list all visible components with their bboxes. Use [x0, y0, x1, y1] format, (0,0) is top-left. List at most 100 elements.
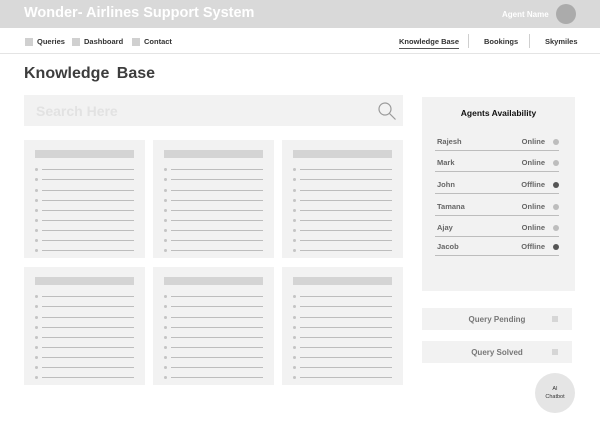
- nav-item-label: Dashboard: [84, 37, 124, 46]
- bullet-icon: [293, 209, 296, 212]
- line-placeholder: [300, 240, 392, 241]
- bullet-icon: [35, 346, 38, 349]
- line-placeholder: [300, 179, 392, 180]
- bullet-icon: [293, 326, 296, 329]
- card-line-placeholder: [293, 355, 392, 361]
- card-line-placeholder: [164, 238, 263, 244]
- card-line-placeholder: [35, 238, 134, 244]
- agent-row[interactable]: Rajesh Online: [435, 131, 559, 151]
- card-line-placeholder: [35, 248, 134, 254]
- agent-row[interactable]: John Offline: [435, 174, 559, 194]
- knowledge-card[interactable]: [24, 140, 145, 258]
- line-placeholder: [300, 327, 392, 328]
- line-placeholder: [300, 306, 392, 307]
- bullet-icon: [293, 199, 296, 202]
- nav-item-queries[interactable]: Queries: [25, 36, 65, 47]
- card-header-placeholder: [35, 277, 134, 285]
- nav-tab-bookings[interactable]: Bookings: [484, 37, 518, 46]
- bullet-icon: [164, 249, 167, 252]
- card-line-placeholder: [35, 355, 134, 361]
- search-icon[interactable]: [377, 101, 397, 121]
- knowledge-card[interactable]: [24, 267, 145, 385]
- card-line-placeholder: [35, 228, 134, 234]
- nav-tab-skymiles[interactable]: Skymiles: [545, 37, 578, 46]
- card-line-placeholder: [35, 345, 134, 351]
- card-header-placeholder: [164, 150, 263, 158]
- line-placeholder: [300, 169, 392, 170]
- query-solved-button[interactable]: Query Solved: [422, 341, 572, 363]
- square-icon: [552, 349, 558, 355]
- status-dot-icon: [553, 182, 559, 188]
- knowledge-card[interactable]: [153, 140, 274, 258]
- search-input[interactable]: [36, 101, 366, 121]
- card-line-placeholder: [293, 304, 392, 310]
- bullet-icon: [293, 239, 296, 242]
- bullet-icon: [293, 305, 296, 308]
- card-line-placeholder: [164, 188, 263, 194]
- avatar[interactable]: [556, 4, 576, 24]
- bullet-icon: [35, 336, 38, 339]
- card-line-placeholder: [164, 315, 263, 321]
- bullet-icon: [35, 249, 38, 252]
- line-placeholder: [42, 337, 134, 338]
- card-line-placeholder: [35, 188, 134, 194]
- agent-status-label: Offline: [521, 242, 545, 251]
- square-icon: [132, 37, 140, 46]
- line-placeholder: [171, 337, 263, 338]
- bullet-icon: [293, 316, 296, 319]
- bullet-icon: [35, 168, 38, 171]
- bullet-icon: [35, 239, 38, 242]
- line-placeholder: [171, 347, 263, 348]
- card-line-placeholder: [35, 218, 134, 224]
- card-line-placeholder: [164, 248, 263, 254]
- chatbot-label-line1: AI: [552, 386, 558, 392]
- card-line-placeholder: [164, 355, 263, 361]
- line-placeholder: [171, 190, 263, 191]
- bullet-icon: [164, 366, 167, 369]
- line-placeholder: [171, 200, 263, 201]
- bullet-icon: [293, 189, 296, 192]
- card-line-placeholder: [293, 375, 392, 381]
- card-header-placeholder: [164, 277, 263, 285]
- card-line-placeholder: [293, 177, 392, 183]
- bullet-icon: [164, 305, 167, 308]
- agent-row[interactable]: Mark Online: [435, 152, 559, 172]
- agent-name[interactable]: Agent Name: [502, 10, 549, 19]
- card-line-placeholder: [293, 188, 392, 194]
- ai-chatbot-button[interactable]: AI Chatbot: [535, 373, 575, 413]
- agents-panel: Agents Availability Rajesh Online Mark O…: [422, 97, 575, 291]
- agent-status-label: Online: [521, 223, 545, 232]
- card-line-placeholder: [35, 167, 134, 173]
- bullet-icon: [293, 366, 296, 369]
- card-line-placeholder: [164, 208, 263, 214]
- bullet-icon: [35, 178, 38, 181]
- agent-row[interactable]: Tamana Online: [435, 196, 559, 216]
- bullet-icon: [164, 178, 167, 181]
- square-icon: [25, 37, 33, 46]
- nav-tab-knowledge-base[interactable]: Knowledge Base: [399, 37, 460, 49]
- line-placeholder: [42, 357, 134, 358]
- status-dot-icon: [553, 204, 559, 210]
- line-placeholder: [171, 169, 263, 170]
- query-pending-button[interactable]: Query Pending: [422, 308, 572, 330]
- line-placeholder: [300, 210, 392, 211]
- card-line-placeholder: [293, 208, 392, 214]
- card-header-placeholder: [293, 277, 392, 285]
- card-line-placeholder: [293, 365, 392, 371]
- knowledge-card[interactable]: [153, 267, 274, 385]
- line-placeholder: [171, 367, 263, 368]
- knowledge-card[interactable]: [282, 140, 403, 258]
- line-placeholder: [300, 357, 392, 358]
- nav-item-contact[interactable]: Contact: [132, 36, 172, 47]
- agent-row[interactable]: Ajay Online: [435, 217, 559, 237]
- agent-row[interactable]: Jacob Offline: [435, 236, 559, 256]
- bullet-icon: [293, 346, 296, 349]
- nav-divider: [468, 34, 469, 48]
- nav-item-dashboard[interactable]: Dashboard: [72, 36, 123, 47]
- line-placeholder: [42, 306, 134, 307]
- nav-item-label: Contact: [144, 37, 172, 46]
- bullet-icon: [35, 316, 38, 319]
- agent-name-label: Mark: [437, 158, 455, 167]
- bullet-icon: [164, 189, 167, 192]
- knowledge-card[interactable]: [282, 267, 403, 385]
